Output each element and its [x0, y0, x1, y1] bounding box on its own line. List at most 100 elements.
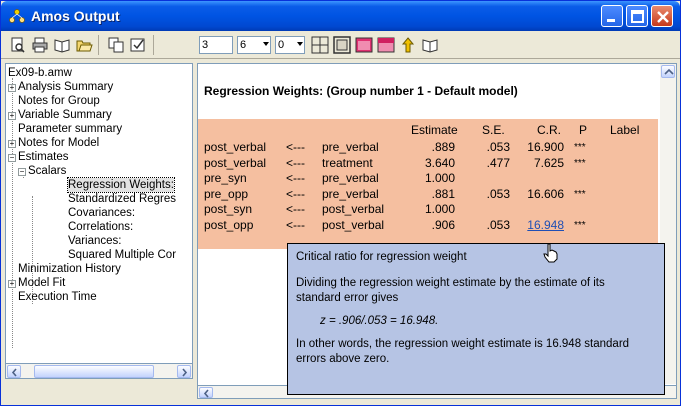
tree-item-notes-for-model[interactable]: + Notes for Model: [8, 136, 99, 150]
chevron-up-icon: [664, 68, 674, 75]
minimize-icon: [607, 19, 615, 22]
row-estimate: .881: [431, 186, 455, 201]
tree-item-notes-for-group[interactable]: Notes for Group: [18, 94, 100, 108]
chevron-right-icon: [182, 368, 188, 377]
row-arrow: <---: [286, 202, 305, 216]
options-icon[interactable]: [129, 36, 147, 54]
row-lhs: post_verbal: [204, 140, 267, 154]
expand-icon[interactable]: +: [8, 112, 16, 120]
tooltip-line4: errors above zero.: [296, 353, 390, 365]
row-p: ***: [574, 219, 586, 231]
row-lhs: pre_opp: [204, 186, 249, 201]
scroll-left-button[interactable]: [7, 365, 21, 378]
row-p: ***: [574, 188, 586, 200]
row-p: ***: [574, 157, 586, 169]
scroll-up-button[interactable]: [661, 65, 675, 78]
spacing-combo[interactable]: 0: [275, 36, 305, 54]
tree-root[interactable]: Ex09-b.amw: [8, 66, 72, 80]
expand-icon[interactable]: +: [8, 140, 16, 148]
row-estimate: .889: [431, 140, 455, 154]
row-rhs: pre_verbal: [322, 171, 379, 185]
row-cr: 16.900: [527, 140, 564, 154]
tooltip-line2: standard error gives: [296, 292, 399, 304]
expand-icon[interactable]: +: [8, 280, 16, 288]
chevron-left-icon: [11, 368, 17, 377]
print-preview-icon[interactable]: [9, 36, 27, 54]
table-box-icon[interactable]: [333, 36, 351, 54]
help-book-icon[interactable]: [421, 36, 439, 54]
copy-icon[interactable]: [107, 36, 125, 54]
row-arrow: <---: [286, 140, 305, 154]
row-arrow: <---: [286, 186, 305, 201]
book-icon[interactable]: [53, 36, 71, 54]
row-se: .477: [486, 155, 510, 170]
decimals-value: 3: [202, 39, 209, 51]
row-rhs: post_verbal: [322, 217, 385, 232]
tree-item-regression-weights[interactable]: Regression Weights:: [67, 177, 175, 193]
tree-item-standardized-regression[interactable]: Standardized Regres: [68, 192, 176, 206]
tree-item-execution-time[interactable]: Execution Time: [18, 290, 97, 304]
open-folder-icon[interactable]: [75, 36, 93, 54]
toolbar: 3 6 0: [1, 31, 680, 59]
table-grid-icon[interactable]: [311, 36, 329, 54]
column-width-value: 6: [240, 39, 247, 51]
row-cr: 7.625: [533, 155, 564, 170]
tooltip-line3: In other words, the regression weight es…: [296, 338, 630, 350]
column-header-estimate: Estimate: [411, 123, 458, 137]
row-rhs: treatment: [322, 155, 373, 170]
collapse-icon[interactable]: −: [18, 168, 26, 176]
row-p: ***: [574, 142, 586, 153]
minimize-button[interactable]: [601, 5, 623, 27]
row-estimate: .906: [431, 217, 455, 232]
row-rhs: post_verbal: [322, 202, 385, 216]
tree-item-parameter-summary[interactable]: Parameter summary: [18, 122, 122, 136]
tree-item-squared-multiple-correlations[interactable]: Squared Multiple Cor: [68, 248, 176, 262]
page-title: Regression Weights: (Group number 1 - De…: [204, 84, 518, 98]
hand-cursor-icon: [543, 243, 558, 263]
amos-app-icon: [9, 9, 25, 23]
tree-item-variances[interactable]: Variances:: [68, 234, 121, 248]
row-se: .053: [486, 140, 510, 154]
title-bar[interactable]: Amos Output: [1, 1, 680, 31]
row-cr[interactable]: 16.948: [516, 218, 564, 232]
tree-item-estimates[interactable]: − Estimates: [8, 150, 69, 164]
maximize-icon: [631, 10, 644, 23]
row-se: .053: [486, 186, 510, 201]
amos-output-window: Amos Output 3 6 0 Ex09-b.amw + Analysis …: [0, 0, 681, 406]
navigation-tree[interactable]: Ex09-b.amw + Analysis Summary Notes for G…: [5, 63, 193, 379]
maximize-button[interactable]: [626, 5, 648, 27]
row-arrow: <---: [286, 155, 305, 170]
row-rhs: pre_verbal: [322, 186, 379, 201]
column-width-combo[interactable]: 6: [237, 36, 271, 54]
column-header-cr: C.R.: [537, 123, 561, 137]
scroll-thumb[interactable]: [34, 365, 154, 378]
print-icon[interactable]: [31, 36, 49, 54]
row-cr: 16.606: [527, 186, 564, 201]
tree-item-correlations[interactable]: Correlations:: [68, 220, 133, 234]
decimals-combo[interactable]: 3: [199, 36, 233, 54]
collapse-icon[interactable]: −: [8, 154, 16, 162]
row-rhs: pre_verbal: [322, 140, 379, 154]
critical-ratio-tooltip: Critical ratio for regression weight Div…: [287, 243, 665, 395]
expand-icon[interactable]: +: [8, 84, 16, 92]
tree-item-covariances[interactable]: Covariances:: [68, 206, 135, 220]
row-estimate: 3.640: [424, 155, 455, 170]
arrow-up-icon[interactable]: [399, 36, 417, 54]
row-arrow: <---: [286, 171, 305, 185]
table-color-icon[interactable]: [355, 36, 373, 54]
table-header-color-icon[interactable]: [377, 36, 395, 54]
tree-item-minimization-history[interactable]: Minimization History: [18, 262, 121, 276]
tree-item-analysis-summary[interactable]: + Analysis Summary: [8, 80, 113, 94]
tree-item-scalars[interactable]: − Scalars: [18, 164, 66, 178]
tooltip-line1: Dividing the regression weight estimate …: [296, 277, 605, 289]
tree-item-variable-summary[interactable]: + Variable Summary: [8, 108, 112, 122]
scroll-right-button[interactable]: [177, 365, 191, 378]
toolbar-separator: [153, 35, 154, 55]
tree-item-model-fit[interactable]: + Model Fit: [8, 276, 65, 290]
scroll-left-button[interactable]: [199, 387, 213, 398]
toolbar-separator: [98, 35, 99, 55]
close-button[interactable]: [651, 5, 673, 27]
tooltip-heading: Critical ratio for regression weight: [296, 251, 467, 263]
tree-horizontal-scrollbar[interactable]: [5, 363, 193, 379]
column-header-p: P: [579, 123, 588, 137]
